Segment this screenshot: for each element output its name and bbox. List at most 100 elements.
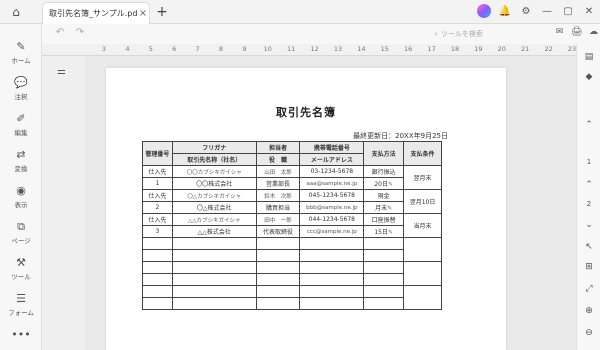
zoom-out-icon[interactable]: ⊖ [577, 328, 600, 338]
ruler-number: 7 [195, 45, 200, 53]
ruler-number: 16 [404, 45, 413, 53]
document-canvas: 取引先名簿 最終更新日：20XX年9月25日 管理番号 フリガナ 担当者 携帯電… [86, 56, 600, 350]
new-tab-button[interactable]: + [154, 4, 170, 20]
sidebar-item-label: 変換 [14, 164, 28, 173]
empty-row [142, 297, 442, 310]
table-row: 仕入先 〇〇カブシキガイシャ 山田 太郎 03-1234-5678 銀行振込 翌… [142, 165, 442, 190]
bookmark-icon[interactable]: ▤ [577, 52, 600, 62]
zoom-in-icon[interactable]: ⊕ [577, 306, 600, 316]
pdf-page: 取引先名簿 最終更新日：20XX年9月25日 管理番号 フリガナ 担当者 携帯電… [106, 68, 600, 350]
row-terms: 翌月末 [403, 165, 442, 190]
ruler-number: 5 [148, 45, 153, 53]
row-furigana: 〇〇カブシキガイシャ [171, 165, 257, 178]
home-icon[interactable]: ⌂ [8, 4, 24, 20]
sidebar-item-more[interactable]: ••• [0, 316, 42, 350]
ruler-number: 13 [333, 45, 343, 53]
ai-panel-icon[interactable]: ◆ [577, 72, 600, 82]
header-phone: 携帯電話番号 [299, 141, 365, 154]
row-furigana: 〇△カブシキガイシャ [171, 189, 257, 202]
row-position: 購買担当 [255, 201, 301, 214]
restore-icon[interactable]: ▢ [561, 4, 575, 18]
sidebar-item-label: 注釈 [14, 92, 28, 101]
sidebar-item-label: ツール [11, 272, 31, 281]
ruler-corner [42, 44, 86, 56]
bell-icon[interactable]: 🔔 [498, 4, 512, 18]
sidebar-item-label: 表示 [14, 200, 28, 209]
left-sidebar: ✎ ホーム 💬 注釈 ✐ 編集 ⇄ 変換 ◉ 表示 ⧉ ページ ⚒ ツール ☰ フォーム ••• [0, 24, 42, 350]
undo-icon[interactable]: ↶ [54, 27, 66, 38]
cloud-icon[interactable]: ☁ [588, 27, 599, 37]
ruler-number: 20 [497, 45, 506, 53]
header-terms: 支払条件 [403, 141, 442, 166]
ruler-number: 15 [380, 45, 389, 53]
tools-icon: ⚒ [16, 255, 26, 269]
ruler-number: 9 [242, 45, 247, 53]
pencil-icon: ✎ [387, 181, 394, 188]
tool-search[interactable]: ⌕ ツールを検索 [434, 27, 534, 41]
chevron-down-icon[interactable]: ⌄ [577, 220, 600, 230]
minimize-icon[interactable]: — [540, 4, 554, 18]
close-icon[interactable]: ✕ [582, 4, 596, 18]
title-bar: ⌂ 取引先名簿_サンプル.pdf × + 🔔 ⚙ — ▢ ✕ [0, 0, 600, 24]
chevron-up-icon[interactable]: ⌃ [577, 180, 600, 190]
header-furigana: フリガナ [171, 141, 257, 154]
row-method-day: 20日✎ [363, 177, 405, 190]
redo-icon[interactable]: ↷ [74, 27, 86, 38]
ruler-number: 11 [287, 45, 296, 53]
close-icon[interactable]: × [137, 8, 149, 19]
header-method: 支払方法 [363, 141, 405, 166]
row-phone: 03-1234-5678 [299, 165, 365, 178]
row-method-day-text: 20日 [374, 181, 388, 188]
pencil-icon: ✎ [387, 229, 394, 236]
ruler-number: 10 [263, 45, 272, 53]
zoom-fit-icon[interactable]: ⤢ [577, 284, 600, 294]
ruler-number: 18 [450, 45, 460, 53]
header-mgmt: 管理番号 [142, 141, 173, 166]
table-row: 仕入先 〇△カブシキガイシャ 鈴木 次郎 045-1234-5678 現金 翌月… [142, 189, 442, 214]
toolbar: ↶ ↷ ⌕ ツールを検索 ✉ 🖨 ☁ ⤓ [42, 24, 600, 44]
row-company: △△株式会社 [171, 225, 257, 238]
ruler-number: 3 [101, 45, 107, 53]
empty-row [142, 249, 442, 262]
ruler-number: 22 [544, 45, 553, 53]
page-number: 1 [586, 158, 592, 166]
ruler-number: 6 [172, 45, 177, 53]
sidebar-item-page[interactable]: ⧉ ページ [0, 214, 42, 250]
row-mgmt: 仕入先 [142, 165, 173, 178]
sidebar-item-home[interactable]: ✎ ホーム [0, 34, 42, 70]
sidebar-item-annotate[interactable]: 💬 注釈 [0, 70, 42, 106]
pages-icon: ⧉ [17, 219, 25, 233]
row-terms: 当月末 [403, 213, 442, 238]
row-company: 〇〇株式会社 [171, 177, 257, 190]
tab-title: 取引先名簿_サンプル.pdf [49, 9, 137, 18]
right-panel-bar: ▤ ◆ ⌃ 1 ⌃ 2 ⌄ ↖ ⊞ ⤢ ⊕ ⊖ [576, 44, 600, 350]
sidebar-item-edit[interactable]: ✐ 編集 [0, 106, 42, 142]
window-controls: 🔔 ⚙ — ▢ ✕ [477, 4, 596, 18]
table-row: 2 〇△株式会社 購買担当 bbb@sample.ne.jp 月末✎ [142, 201, 442, 214]
document-title: 取引先名簿 [276, 106, 336, 119]
header-person: 担当者 [255, 141, 301, 154]
scroll-up-icon[interactable]: ⌃ [577, 120, 600, 130]
pen-icon: ✎ [16, 39, 26, 53]
document-tab[interactable]: 取引先名簿_サンプル.pdf × [42, 2, 150, 24]
sidebar-item-convert[interactable]: ⇄ 変換 [0, 142, 42, 178]
fit-page-icon[interactable]: ⊞ [577, 262, 600, 272]
select-cursor-icon[interactable]: ↖ [577, 242, 600, 252]
gear-icon[interactable]: ⚙ [519, 4, 533, 18]
print-icon[interactable]: 🖨 [571, 27, 582, 37]
convert-icon: ⇄ [16, 147, 26, 161]
row-email: ccc@sample.ne.jp [299, 225, 365, 238]
mail-icon[interactable]: ✉ [554, 27, 565, 37]
row-method-day: 15日✎ [363, 225, 405, 238]
edit-icon: ✐ [16, 111, 26, 125]
row-phone: 044-1234-5678 [299, 213, 365, 226]
pencil-icon: ✎ [387, 205, 393, 212]
client-table: 管理番号 フリガナ 担当者 携帯電話番号 支払方法 支払条件 取引先名称（社名）… [142, 141, 442, 310]
page-number: 2 [586, 200, 592, 208]
sidebar-item-view[interactable]: ◉ 表示 [0, 178, 42, 214]
avatar[interactable] [477, 4, 491, 18]
filter-icon[interactable]: ⚌ [57, 66, 66, 77]
row-method-day-text: 15日 [374, 229, 388, 236]
sidebar-item-tool[interactable]: ⚒ ツール [0, 250, 42, 286]
ruler-number: 4 [125, 45, 130, 53]
